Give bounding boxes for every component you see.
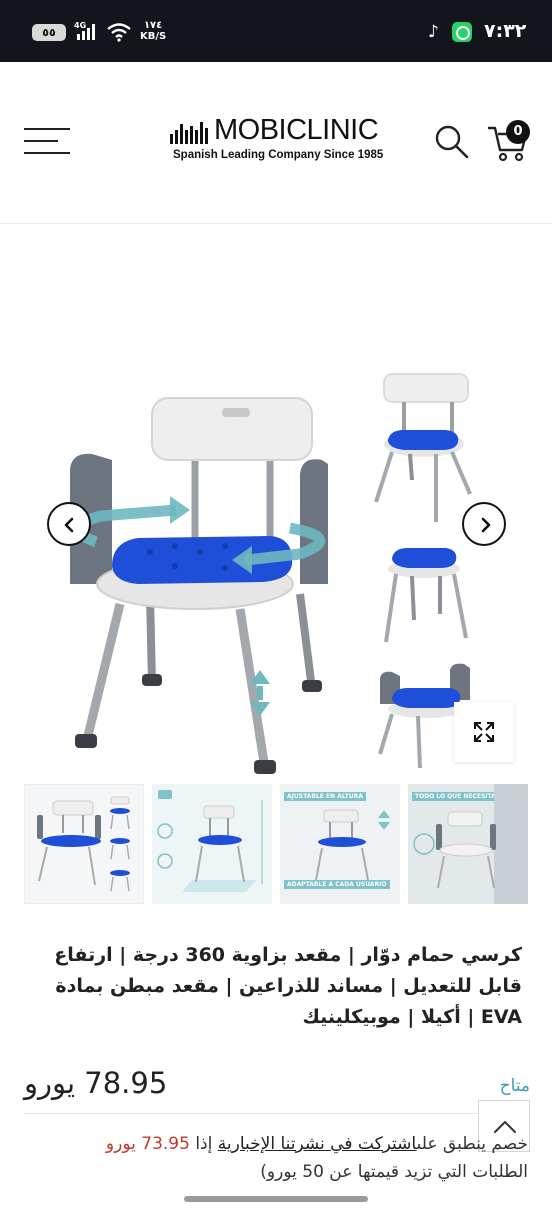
thumb-bathroom-image bbox=[413, 784, 528, 904]
newsletter-promo: خصم ينطبق علىاشتركت في نشرتنا الإخبارية … bbox=[22, 1130, 528, 1186]
cart-count-badge: 0 bbox=[506, 120, 530, 144]
product-price: 78.95 يورو bbox=[24, 1066, 168, 1100]
site-header: MOBICLINIC Spanish Leading Company Since… bbox=[0, 62, 552, 224]
thumbnail-2[interactable] bbox=[152, 784, 272, 904]
network-label: 4G bbox=[74, 21, 86, 30]
brand-logo[interactable]: MOBICLINIC Spanish Leading Company Since… bbox=[170, 114, 384, 164]
product-title: كرسي حمام دوّار | مقعد بزاوية 360 درجة |… bbox=[54, 944, 522, 1028]
signal-icon: 4G bbox=[74, 21, 95, 40]
search-icon[interactable] bbox=[434, 124, 470, 160]
newsletter-link[interactable]: اشتركت في نشرتنا الإخبارية bbox=[218, 1134, 417, 1154]
promo-line-1: خصم ينطبق علىاشتركت في نشرتنا الإخبارية … bbox=[22, 1130, 528, 1158]
speed-unit: KB/S bbox=[140, 31, 167, 42]
brand-name: MOBICLINIC bbox=[214, 114, 379, 146]
brand-tagline: Spanish Leading Company Since 1985 bbox=[173, 149, 384, 161]
thumb-chair-image bbox=[37, 796, 130, 892]
wifi-icon bbox=[107, 23, 131, 42]
promo-if: إذا bbox=[195, 1134, 213, 1154]
gallery-next-button[interactable] bbox=[462, 502, 506, 546]
product-gallery bbox=[0, 224, 552, 784]
speed-value: ١٧٤ bbox=[143, 20, 163, 31]
home-indicator[interactable] bbox=[184, 1196, 368, 1202]
logo-bars-icon bbox=[170, 122, 208, 144]
discounted-price: 73.95 يورو bbox=[105, 1134, 190, 1154]
thumb-dimensions-image bbox=[157, 790, 263, 892]
thumbnail-3[interactable]: AJUSTABLE EN ALTURA ADAPTABLE A CADA USU… bbox=[280, 784, 400, 904]
menu-icon[interactable] bbox=[24, 128, 70, 154]
side-chair-no-back-view bbox=[384, 548, 468, 643]
main-chair-illustration bbox=[70, 397, 328, 774]
expand-icon bbox=[474, 722, 494, 742]
status-bar: ٥٥ 4G ١٧٤ KB/S ♪ ٧:٣٢ bbox=[0, 0, 552, 62]
gallery-prev-button[interactable] bbox=[47, 502, 91, 546]
price-row: 78.95 يورو متاح bbox=[24, 1066, 530, 1114]
chevron-left-icon bbox=[64, 517, 74, 533]
clock: ٧:٣٢ bbox=[484, 20, 527, 42]
battery-icon: ٥٥ bbox=[32, 24, 66, 41]
thumbnail-4[interactable]: TODO LO QUE NECESITAS bbox=[408, 784, 528, 904]
tiktok-icon: ♪ bbox=[428, 22, 439, 42]
thumbnail-strip: AJUSTABLE EN ALTURA ADAPTABLE A CADA USU… bbox=[24, 784, 530, 906]
availability-status: متاح bbox=[499, 1076, 530, 1096]
whatsapp-icon bbox=[452, 22, 472, 42]
network-speed: ١٧٤ KB/S bbox=[140, 20, 166, 42]
side-chair-back-view bbox=[374, 373, 472, 522]
thumb-height-image bbox=[315, 809, 390, 881]
zoom-button[interactable] bbox=[454, 702, 514, 762]
thumbnail-1[interactable] bbox=[24, 784, 144, 904]
promo-line-2: الطلبات التي تزيد قيمتها عن 50 يورو) bbox=[260, 1162, 528, 1182]
chevron-right-icon bbox=[481, 517, 491, 533]
promo-prefix: خصم ينطبق على bbox=[416, 1134, 528, 1154]
